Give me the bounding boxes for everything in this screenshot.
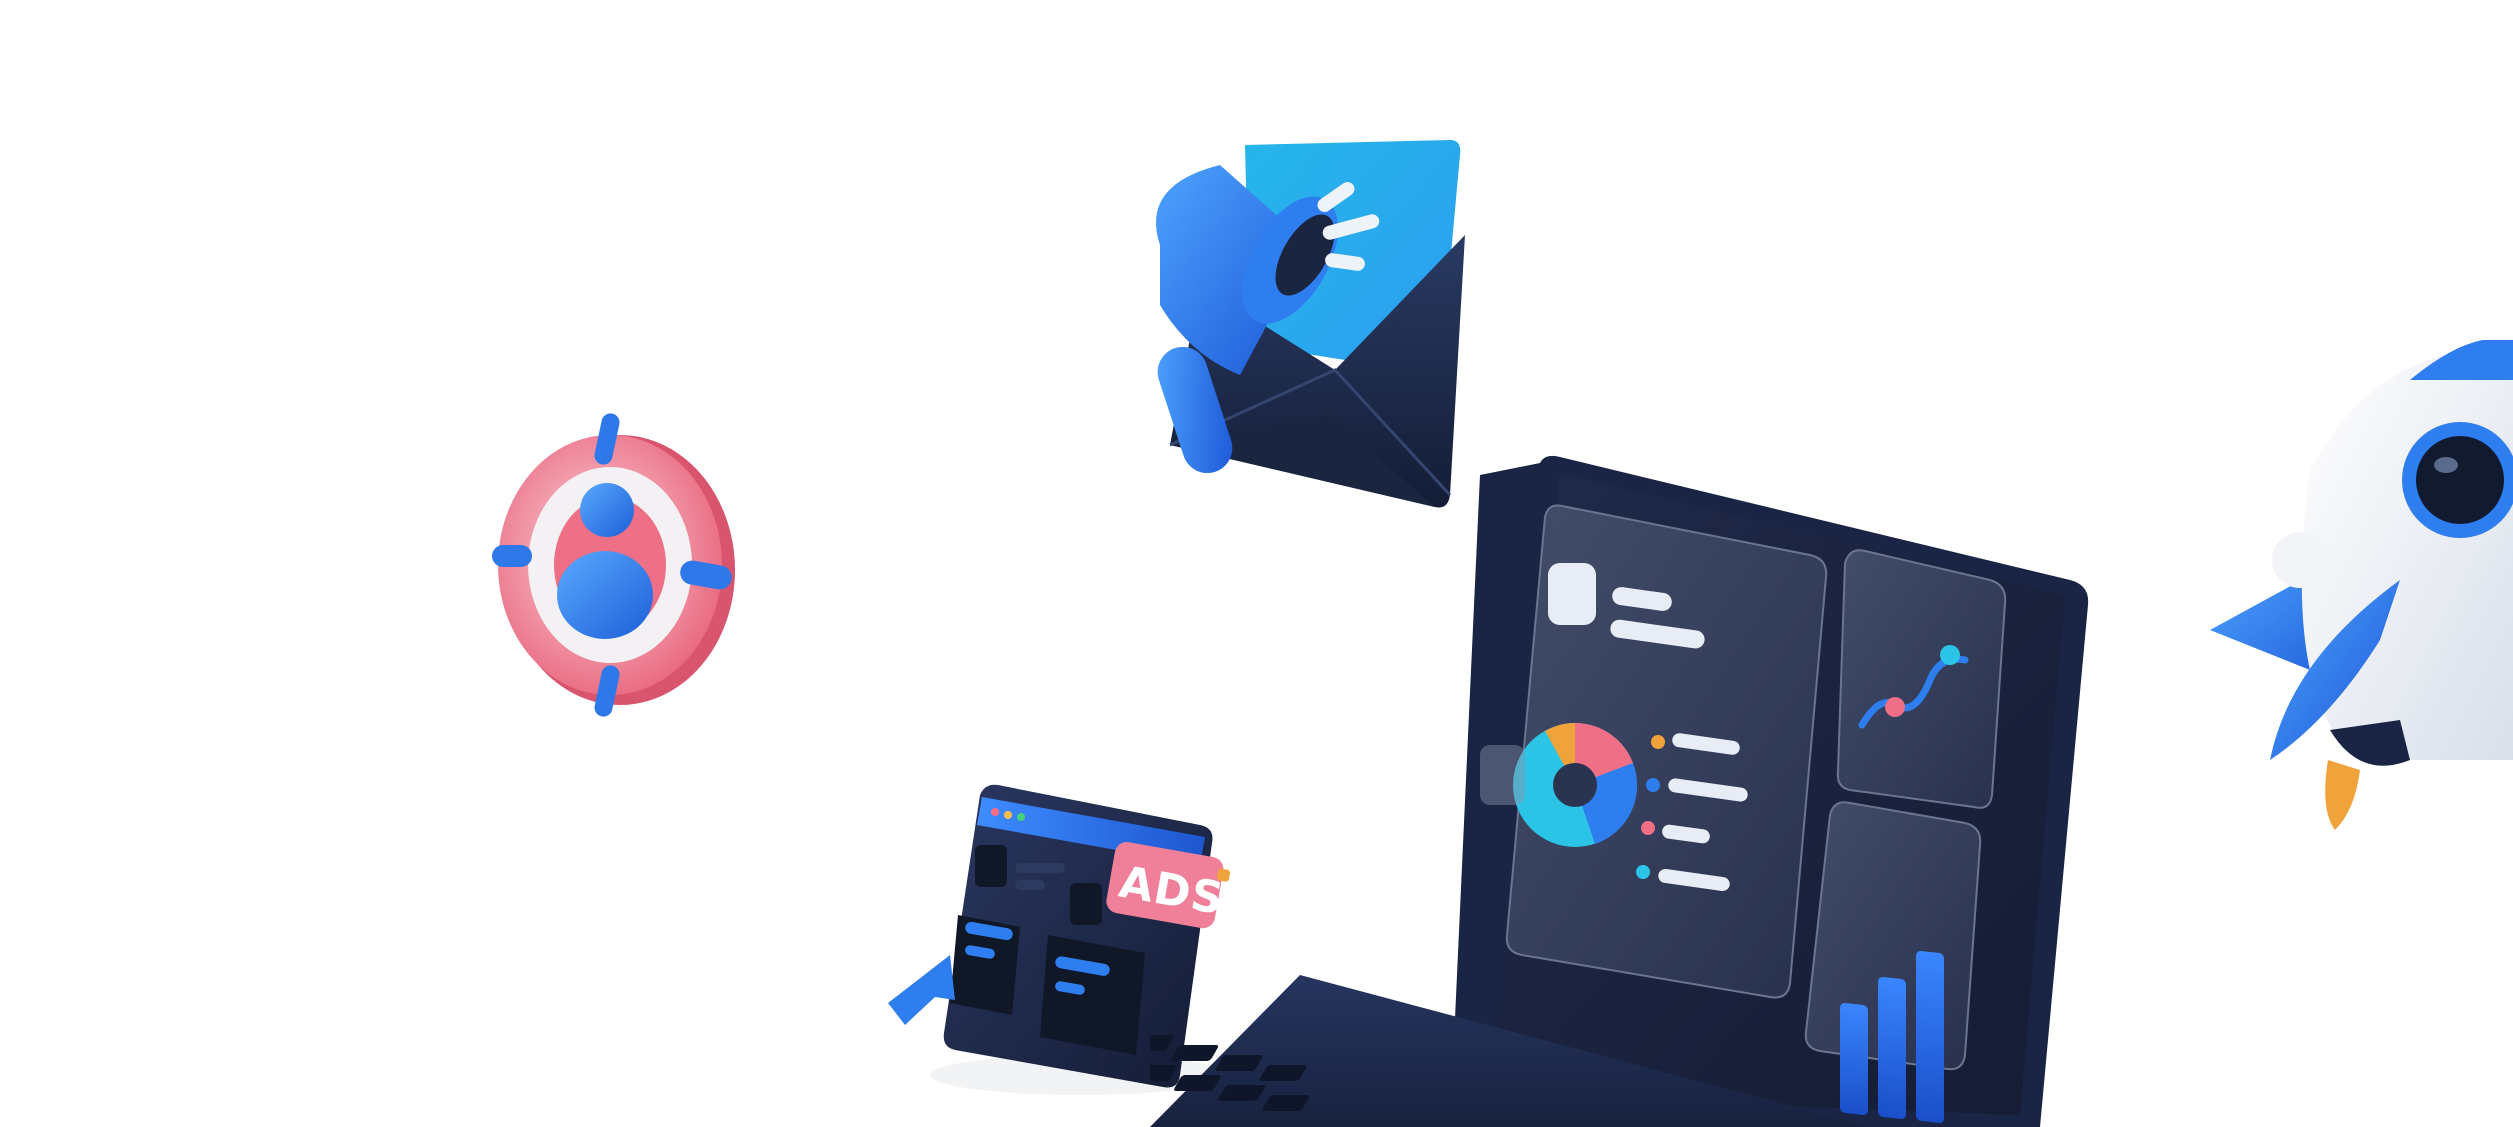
rocket-icon [2210,340,2513,830]
bar-3 [1916,951,1944,1123]
marketing-3d-illustration: ADS [0,0,2513,1127]
donut-chart [1513,723,1638,847]
bar-1 [1840,1003,1868,1115]
target-audience-icon [492,413,735,717]
bar-2 [1878,977,1906,1119]
laptop-dashboard [1150,455,2089,1127]
